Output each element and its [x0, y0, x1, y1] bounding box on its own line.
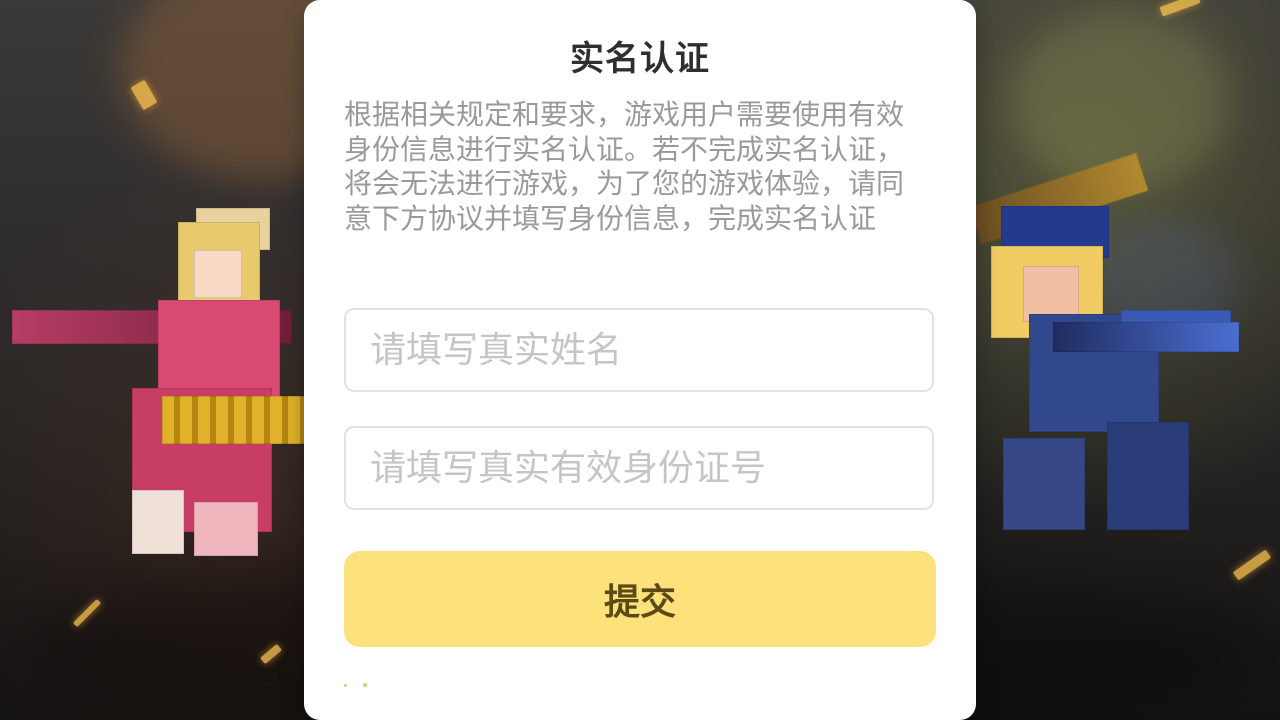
left-character-weapon	[162, 396, 312, 444]
screen: 实名认证 根据相关规定和要求，游戏用户需要使用有效身份信息进行实名认证。若不完成…	[0, 0, 1280, 720]
submit-button[interactable]: 提交	[344, 551, 936, 647]
agreement-marker	[344, 683, 347, 687]
left-character-leg	[194, 502, 258, 556]
agreement-indicator	[344, 675, 367, 695]
right-character-leg	[1107, 422, 1189, 530]
agreement-marker	[363, 683, 367, 687]
dialog-description: 根据相关规定和要求，游戏用户需要使用有效身份信息进行实名认证。若不完成实名认证，…	[344, 98, 905, 235]
id-number-field[interactable]	[344, 426, 934, 510]
left-character-face	[194, 250, 242, 298]
right-character-leg	[1003, 438, 1085, 530]
real-name-verification-dialog: 实名认证 根据相关规定和要求，游戏用户需要使用有效身份信息进行实名认证。若不完成…	[304, 0, 976, 720]
right-character-weapon	[1053, 322, 1239, 352]
right-character-art	[968, 152, 1265, 548]
spark-icon	[1159, 0, 1201, 17]
spark-icon	[1232, 549, 1272, 581]
real-name-field[interactable]	[344, 308, 934, 392]
real-name-input[interactable]	[346, 310, 932, 390]
dialog-title: 实名认证	[570, 39, 710, 79]
left-character-leg	[132, 490, 184, 554]
id-number-input[interactable]	[346, 428, 932, 508]
left-character-art	[6, 208, 312, 556]
